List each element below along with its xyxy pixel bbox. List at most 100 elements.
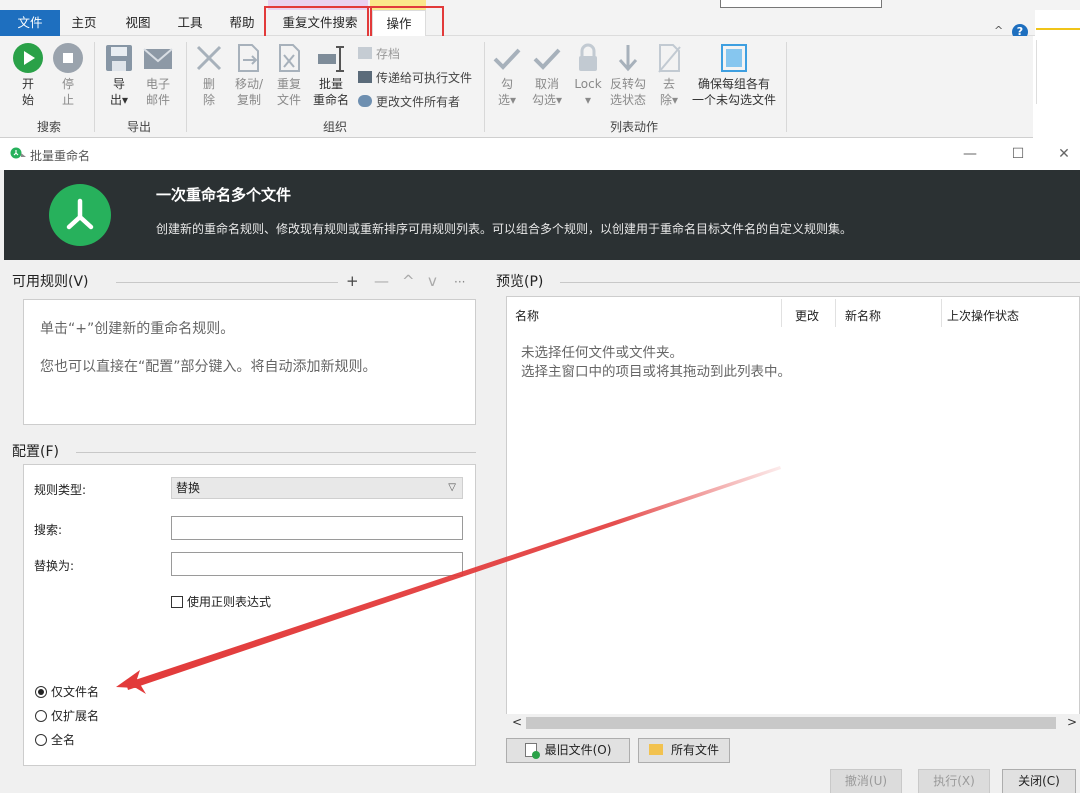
rule-more-button[interactable]: ··· <box>454 275 465 289</box>
tab-tools[interactable]: 工具 <box>166 10 214 36</box>
ribbon-panel: 开 始 停 止 搜索 导 出▾ 电子 邮件 导出 删 除 移动/ 复制 重复 文… <box>0 36 1033 138</box>
email-label-1: 电子 <box>145 77 170 91</box>
users-icon <box>358 95 372 107</box>
preview-section-line <box>560 282 1080 283</box>
radio-label: 仅扩展名 <box>51 709 100 723</box>
stop-icon <box>53 43 83 73</box>
dialog-titlebar: 批量重命名 — ☐ ✕ <box>0 139 1080 170</box>
move-rule-up-button[interactable]: ^ <box>402 272 415 290</box>
top-search-box[interactable] <box>720 0 882 8</box>
column-separator <box>781 299 782 327</box>
column-separator <box>941 299 942 327</box>
delete-label-1: 删 <box>202 77 215 91</box>
rules-list[interactable]: 单击“+”创建新的重命名规则。 您也可以直接在“配置”部分键入。将自动添加新规则… <box>23 299 476 425</box>
remove-label-2: 除▾ <box>659 93 679 107</box>
minimize-button[interactable]: — <box>958 143 982 165</box>
tab-view[interactable]: 视图 <box>114 10 162 36</box>
scrollbar-thumb[interactable] <box>526 717 1056 729</box>
start-label-2: 始 <box>21 93 34 107</box>
oldest-files-button[interactable]: 最旧文件(O) <box>506 738 630 763</box>
rules-hint-1: 单击“+”创建新的重命名规则。 <box>40 321 235 337</box>
ensure-label-1: 确保每组各有 <box>697 77 770 91</box>
batch-rename-button[interactable]: 批量 重命名 <box>310 42 352 108</box>
stop-button[interactable]: 停 止 <box>50 42 86 108</box>
remove-label-1: 去 <box>662 77 675 91</box>
change-owner-button[interactable]: 更改文件所有者 <box>358 93 460 110</box>
terminal-icon <box>358 71 372 83</box>
move-copy-label-1: 移动/ <box>234 77 264 91</box>
maximize-button[interactable]: ☐ <box>1006 143 1030 165</box>
group-separator <box>484 42 485 132</box>
add-rule-button[interactable]: + <box>346 272 359 290</box>
preview-list[interactable]: 名称 更改 新名称 上次操作状态 未选择任何文件或文件夹。 选择主窗口中的项目或… <box>506 296 1080 732</box>
pass-to-executable-button[interactable]: 传递给可执行文件 <box>358 69 472 86</box>
archive-icon <box>358 47 372 59</box>
invert-check-button[interactable]: 反转勾 选状态 <box>608 42 648 108</box>
start-button[interactable]: 开 始 <box>10 42 46 108</box>
config-section-line <box>76 452 476 453</box>
radio-full-name[interactable]: 全名 <box>35 731 75 748</box>
move-rule-down-button[interactable]: v <box>428 272 437 290</box>
delete-button[interactable]: 删 除 <box>193 42 225 108</box>
checkbox-box <box>171 596 183 608</box>
regex-checkbox[interactable]: 使用正则表达式 <box>171 593 271 610</box>
banner-heading: 一次重命名多个文件 <box>156 186 292 204</box>
group-separator <box>94 42 95 132</box>
ribbon-tab-bar: 文件 主页 视图 工具 帮助 重复文件搜索 操作 ^ ? <box>0 10 1035 40</box>
radio-extension-only[interactable]: 仅扩展名 <box>35 707 99 724</box>
tab-file[interactable]: 文件 <box>0 10 60 36</box>
radio-filename-only[interactable]: 仅文件名 <box>35 683 99 700</box>
scroll-right-icon[interactable]: > <box>1067 715 1077 729</box>
export-label-2: 出▾ <box>109 93 129 107</box>
delete-label-2: 除 <box>202 93 215 107</box>
rules-hint-2: 您也可以直接在“配置”部分键入。将自动添加新规则。 <box>40 359 377 375</box>
rule-type-value: 替换 <box>176 481 201 495</box>
check-button[interactable]: 勾 选▾ <box>492 42 522 108</box>
replace-label: 替换为: <box>34 559 75 573</box>
close-window-button[interactable]: ✕ <box>1052 143 1076 165</box>
scroll-left-icon[interactable]: < <box>512 715 522 729</box>
run-button[interactable]: 执行(X) <box>918 769 990 793</box>
accent-line <box>1036 28 1080 30</box>
dialog-title: 批量重命名 <box>30 149 91 163</box>
undo-button[interactable]: 撤消(U) <box>830 769 902 793</box>
archive-button[interactable]: 存档 <box>358 45 400 62</box>
duplicate-file-icon <box>279 44 300 72</box>
banner-description: 创建新的重命名规则、修改现有规则或重新排序可用规则列表。可以组合多个规则，以创建… <box>156 222 853 236</box>
column-header-name[interactable]: 名称 <box>515 307 539 324</box>
uncheck-button[interactable]: 取消 勾选▾ <box>528 42 566 108</box>
search-input[interactable] <box>171 516 463 540</box>
column-header-last-status[interactable]: 上次操作状态 <box>947 307 1019 324</box>
lock-button[interactable]: Lock ▾ <box>572 42 604 108</box>
group-label-export: 导出 <box>126 120 151 134</box>
replace-input[interactable] <box>171 552 463 576</box>
all-files-button[interactable]: 所有文件 <box>638 738 730 763</box>
archive-label: 存档 <box>376 47 401 61</box>
export-button[interactable]: 导 出▾ <box>102 42 136 108</box>
rule-type-select[interactable]: 替换 ▽ <box>171 477 463 499</box>
rename-logo-icon <box>49 184 111 246</box>
check-label-2: 选▾ <box>497 93 517 107</box>
email-button[interactable]: 电子 邮件 <box>140 42 176 108</box>
remove-rule-button[interactable]: — <box>374 272 389 290</box>
column-header-change[interactable]: 更改 <box>795 307 819 324</box>
check-label-1: 勾 <box>500 77 513 91</box>
duplicate-files-label-2: 文件 <box>276 93 301 107</box>
ensure-square-icon <box>721 44 747 72</box>
horizontal-scrollbar[interactable]: < > <box>506 714 1080 732</box>
duplicate-files-button[interactable]: 重复 文件 <box>272 42 306 108</box>
config-section-title: 配置(F) <box>12 444 59 460</box>
empty-message-1: 未选择任何文件或文件夹。 <box>521 345 683 361</box>
tab-home[interactable]: 主页 <box>60 10 108 36</box>
radio-label: 全名 <box>51 733 76 747</box>
tab-help[interactable]: 帮助 <box>218 10 266 36</box>
batch-rename-label-1: 批量 <box>318 77 343 91</box>
move-copy-button[interactable]: 移动/ 复制 <box>230 42 268 108</box>
add-file-icon <box>524 743 540 759</box>
config-panel: 规则类型: 替换 ▽ 搜索: 替换为: 使用正则表达式 仅文件名 仅扩展名 全名 <box>23 464 476 766</box>
app-logo-icon <box>10 147 26 159</box>
column-header-new-name[interactable]: 新名称 <box>845 307 881 324</box>
close-button[interactable]: 关闭(C) <box>1002 769 1076 793</box>
ensure-unchecked-button[interactable]: 确保每组各有 一个未勾选文件 <box>688 42 780 108</box>
remove-button[interactable]: 去 除▾ <box>654 42 684 108</box>
